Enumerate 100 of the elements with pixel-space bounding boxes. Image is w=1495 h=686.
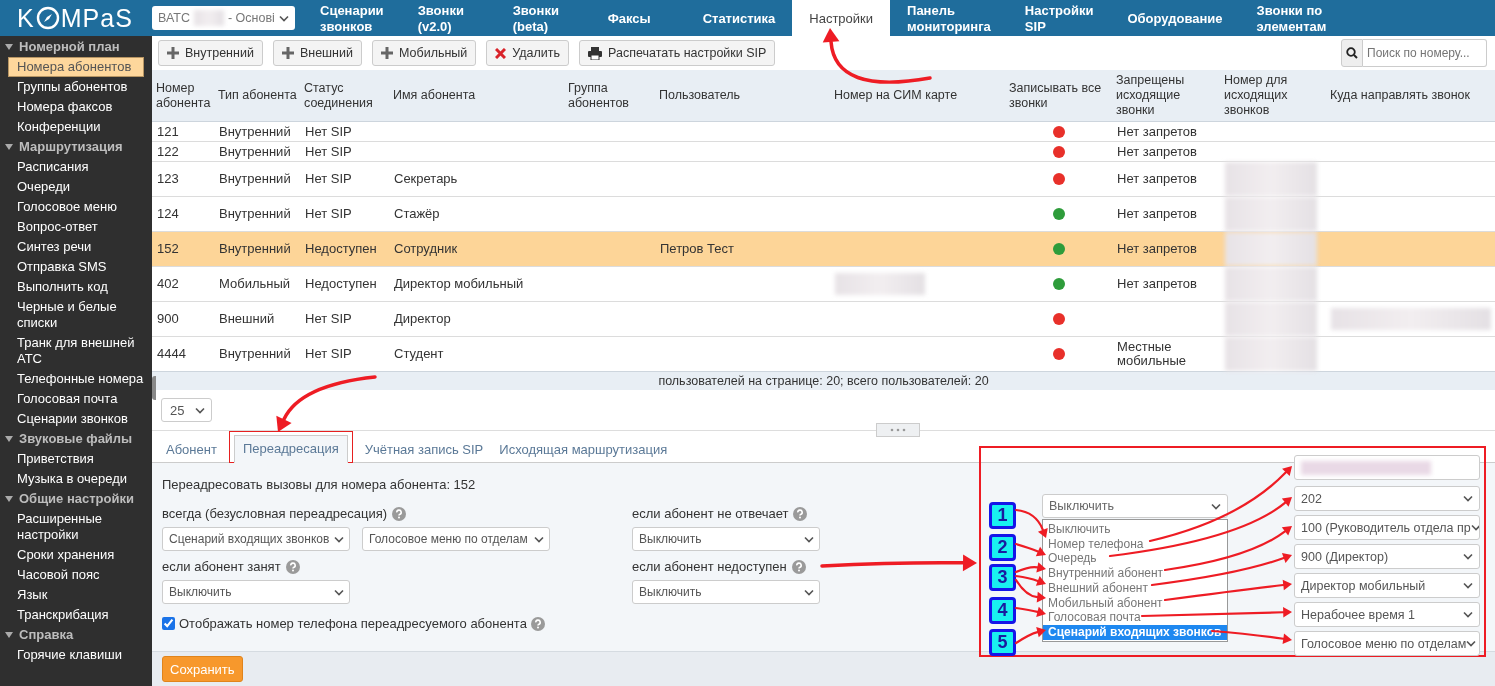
sidebar-item[interactable]: Очереди: [0, 177, 152, 197]
sidebar-item[interactable]: Горячие клавиши: [0, 645, 152, 665]
help-icon[interactable]: [793, 506, 808, 521]
sidebar-item[interactable]: Язык: [0, 585, 152, 605]
table-row[interactable]: 402 Мобильный Недоступен Директор мобильный Нет запретов: [152, 267, 1495, 302]
nav-tab[interactable]: Оборудование: [1110, 0, 1240, 36]
tab[interactable]: Исходящая маршрутизация: [491, 437, 676, 463]
dropdown-option[interactable]: Сценарий входящих звонков: [1043, 624, 1227, 640]
help-icon[interactable]: [285, 559, 300, 574]
sidebar-item[interactable]: Голосовое меню: [0, 197, 152, 217]
nav-tab[interactable]: Статистика: [685, 0, 793, 36]
sidebar-item[interactable]: Группы абонентов: [0, 77, 152, 97]
dropdown[interactable]: Директор мобильный: [1294, 573, 1480, 598]
sidebar-item[interactable]: Часовой пояс: [0, 565, 152, 585]
table-cell: 402: [157, 277, 179, 291]
nav-tab[interactable]: Настройки: [792, 0, 891, 36]
dropdown[interactable]: 202: [1294, 486, 1480, 511]
column-header[interactable]: Куда направлять звонок: [1326, 70, 1495, 121]
sidebar-item[interactable]: Музыка в очереди: [0, 469, 152, 489]
dropdown[interactable]: Голосовое меню по отделам: [362, 527, 550, 551]
dropdown-option[interactable]: Мобильный абонент: [1043, 595, 1227, 611]
dropdown-option[interactable]: Очередь: [1043, 551, 1227, 567]
sidebar-item[interactable]: Телефонные номера: [0, 369, 152, 389]
splitter-handle[interactable]: [876, 423, 920, 437]
text-field[interactable]: [1294, 455, 1480, 480]
dropdown-option[interactable]: Выключить: [1043, 522, 1227, 537]
sidebar-item[interactable]: Сроки хранения: [0, 545, 152, 565]
sidebar-group-header[interactable]: Маршрутизация: [0, 137, 152, 157]
column-header[interactable]: Статус соединения: [300, 70, 389, 121]
sidebar-group-header[interactable]: Звуковые файлы: [0, 429, 152, 449]
table-row[interactable]: 152 Внутренний Недоступен Сотрудник Петров Тест Нет запретов: [152, 232, 1495, 267]
nav-tab[interactable]: Звонки (beta): [495, 0, 591, 36]
sidebar-item[interactable]: Номера факсов: [0, 97, 152, 117]
help-icon[interactable]: [791, 559, 806, 574]
toolbar-button[interactable]: Удалить: [486, 40, 570, 66]
sidebar-item[interactable]: Приветствия: [0, 449, 152, 469]
dropdown[interactable]: Сценарий входящих звонков: [162, 527, 350, 551]
tab[interactable]: Абонент: [158, 437, 225, 463]
table-cell: 122: [157, 144, 179, 159]
dropdown[interactable]: Выключить: [632, 527, 820, 551]
help-icon[interactable]: [530, 616, 545, 631]
column-header[interactable]: Запрещены исходящие звонки: [1112, 70, 1220, 121]
collapse-handle[interactable]: [152, 376, 156, 400]
sidebar-item[interactable]: Вопрос-ответ: [0, 217, 152, 237]
column-header[interactable]: Пользователь: [655, 70, 830, 121]
sidebar-item[interactable]: Голосовая почта: [0, 389, 152, 409]
column-header[interactable]: Тип абонента: [214, 70, 300, 121]
sidebar-group-header[interactable]: Общие настройки: [0, 489, 152, 509]
sidebar-item[interactable]: Транскрибация: [0, 605, 152, 625]
dropdown[interactable]: Выключить: [162, 580, 350, 604]
sidebar-item[interactable]: Расширенные настройки: [0, 509, 152, 545]
tab[interactable]: Учётная запись SIP: [356, 437, 492, 463]
sidebar-item[interactable]: Расписания: [0, 157, 152, 177]
tab[interactable]: Переадресация: [233, 435, 348, 463]
dropdown[interactable]: Нерабочее время 1: [1294, 602, 1480, 627]
sidebar-group-header[interactable]: Номерной план: [0, 37, 152, 57]
column-header[interactable]: Номер для исходящих звонков: [1220, 70, 1326, 121]
help-icon[interactable]: [392, 506, 407, 521]
column-header[interactable]: Номер на СИМ карте: [830, 70, 1005, 121]
table-row[interactable]: 122 Внутренний Нет SIP Нет запретов: [152, 142, 1495, 162]
search-button[interactable]: [1341, 39, 1363, 67]
sidebar-item[interactable]: Транк для внешней АТС: [0, 333, 152, 369]
dropdown[interactable]: 100 (Руководитель отдела пр: [1294, 515, 1480, 540]
sidebar-item[interactable]: Выполнить код: [0, 277, 152, 297]
sidebar-item[interactable]: Конференции: [0, 117, 152, 137]
sidebar-item[interactable]: Сценарии звонков: [0, 409, 152, 429]
dropdown[interactable]: Голосовое меню по отделам: [1294, 631, 1480, 656]
column-header[interactable]: Записывать все звонки: [1005, 70, 1112, 121]
checkbox[interactable]: [162, 617, 175, 630]
sidebar-item[interactable]: Синтез речи: [0, 237, 152, 257]
dropdown[interactable]: Выключить: [1042, 494, 1228, 518]
dropdown-option[interactable]: Номер телефона: [1043, 536, 1227, 552]
dropdown-option[interactable]: Внешний абонент: [1043, 580, 1227, 596]
column-header[interactable]: Группа абонентов: [564, 70, 655, 121]
sidebar-item[interactable]: Номера абонентов: [8, 57, 144, 77]
sidebar-group-header[interactable]: Справка: [0, 625, 152, 645]
toolbar-button[interactable]: Внутренний: [158, 40, 263, 66]
nav-tab[interactable]: Звонки (v2.0): [400, 0, 496, 36]
search-field[interactable]: Поиск по номеру...: [1363, 39, 1487, 67]
toolbar-button[interactable]: Распечатать настройки SIP: [579, 40, 776, 66]
sidebar-item[interactable]: Отправка SMS: [0, 257, 152, 277]
toolbar-button[interactable]: Внешний: [272, 40, 362, 66]
pbx-dropdown[interactable]: ВАТС - Основі: [152, 6, 295, 30]
page-size-dropdown[interactable]: 25: [161, 398, 212, 422]
dropdown[interactable]: 900 (Директор): [1294, 544, 1480, 569]
dropdown-option[interactable]: Голосовая почта: [1043, 610, 1227, 625]
sidebar-item[interactable]: Черные и белые списки: [0, 297, 152, 333]
dropdown-option[interactable]: Внутренний абонент: [1043, 566, 1227, 581]
nav-tab[interactable]: Настройки SIP: [1007, 0, 1111, 36]
table-row[interactable]: 123 Внутренний Нет SIP Секретарь Нет запретов: [152, 162, 1495, 197]
nav-tab[interactable]: Звонки по элементам: [1239, 0, 1344, 36]
column-header[interactable]: Имя абонента: [389, 70, 564, 121]
column-header[interactable]: Номер абонента: [152, 70, 214, 121]
nav-tab[interactable]: Сценарии звонков: [303, 0, 401, 36]
table-row[interactable]: 121 Внутренний Нет SIP Нет запретов: [152, 122, 1495, 142]
nav-tab[interactable]: Факсы: [590, 0, 686, 36]
dropdown[interactable]: Выключить: [632, 580, 820, 604]
table-row[interactable]: 900 Внешний Нет SIP Директор: [152, 302, 1495, 337]
nav-tab[interactable]: Панель мониторинга: [890, 0, 1008, 36]
toolbar-button[interactable]: Мобильный: [372, 40, 477, 66]
